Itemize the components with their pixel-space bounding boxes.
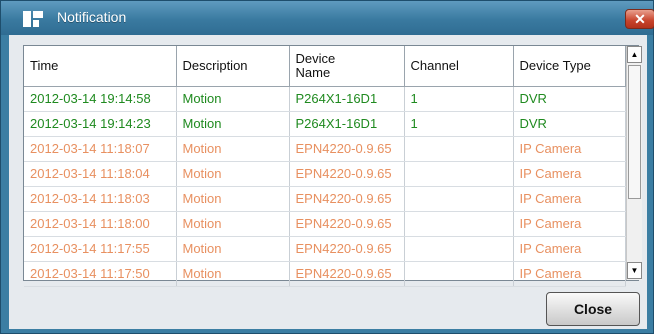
device-name-cell: EPN4220-0.9.65 [289,136,405,162]
time-cell: 2012-03-14 11:18:00 [24,211,177,237]
table-row[interactable]: 2012-03-14 11:18:07 Motion EPN4220-0.9.65 I… [24,136,626,162]
table-row[interactable]: 2012-03-14 11:18:03 Motion EPN4220-0.9.65 I… [24,186,626,212]
column-header[interactable]: Description [176,46,290,87]
time-cell: 2012-03-14 19:14:23 [24,111,177,137]
channel-cell [404,186,514,212]
notification-list: Time Description Device Name Channel Device … [23,45,642,287]
vertical-scrollbar[interactable]: ▲ ▼ [626,46,642,280]
time-cell: 2012-03-14 19:14:58 [24,86,177,112]
device-type-cell: IP Camera [513,136,626,162]
scroll-up-arrow-icon[interactable]: ▲ [627,46,642,63]
description-cell: Motion [176,136,290,162]
device-type-cell: IP Camera [513,186,626,212]
column-header[interactable]: Device Type [513,46,626,87]
channel-cell [404,161,514,187]
notification-table: Time Description Device Name Channel Device … [24,46,626,287]
device-type-cell: DVR [513,111,626,137]
window-close-icon[interactable]: ✕ [625,9,654,29]
description-cell: Motion [176,211,290,237]
table-row[interactable]: 2012-03-14 19:14:23 Motion P264X1-16D1 1 DVR [24,111,626,137]
channel-cell [404,136,514,162]
description-cell: Motion [176,261,290,287]
channel-cell [404,261,514,287]
channel-cell: 1 [404,86,514,112]
notification-dialog: Notification ✕ Time Description Device Nam… [0,0,654,334]
device-type-cell: IP Camera [513,161,626,187]
table-row[interactable]: 2012-03-14 11:17:55 Motion EPN4220-0.9.65 I… [24,236,626,262]
device-name-cell: EPN4220-0.9.65 [289,261,405,287]
device-type-cell: DVR [513,86,626,112]
time-cell: 2012-03-14 11:17:55 [24,236,177,262]
channel-cell: 1 [404,111,514,137]
description-cell: Motion [176,161,290,187]
table-row[interactable]: 2012-03-14 11:18:04 Motion EPN4220-0.9.65 I… [24,161,626,187]
time-cell: 2012-03-14 11:18:07 [24,136,177,162]
device-name-cell: EPN4220-0.9.65 [289,211,405,237]
table-body: 2012-03-14 19:14:58 Motion P264X1-16D1 1 DVR… [24,86,626,287]
channel-cell [404,236,514,262]
time-cell: 2012-03-14 11:17:50 [24,261,177,287]
scroll-down-arrow-icon[interactable]: ▼ [627,262,642,279]
device-name-cell: P264X1-16D1 [289,111,405,137]
description-cell: Motion [176,111,290,137]
time-cell: 2012-03-14 11:18:04 [24,161,177,187]
close-button[interactable]: Close [546,292,640,326]
device-name-cell: EPN4220-0.9.65 [289,161,405,187]
app-logo-icon [23,11,43,27]
time-cell: 2012-03-14 11:18:03 [24,186,177,212]
column-header[interactable]: Channel [404,46,514,87]
dialog-body: Time Description Device Name Channel Device … [9,35,647,329]
channel-cell [404,211,514,237]
description-cell: Motion [176,186,290,212]
table-row[interactable]: 2012-03-14 19:14:58 Motion P264X1-16D1 1 DVR [24,86,626,112]
device-type-cell: IP Camera [513,236,626,262]
device-type-cell: IP Camera [513,261,626,287]
device-name-cell: EPN4220-0.9.65 [289,186,405,212]
window-title: Notification [57,9,127,25]
table-header-row: Time Description Device Name Channel Device … [24,46,626,87]
device-type-cell: IP Camera [513,211,626,237]
table-row[interactable]: 2012-03-14 11:18:00 Motion EPN4220-0.9.65 I… [24,211,626,237]
scrollbar-thumb[interactable] [628,65,641,199]
description-cell: Motion [176,86,290,112]
column-header[interactable]: Time [24,46,177,87]
device-name-cell: EPN4220-0.9.65 [289,236,405,262]
description-cell: Motion [176,236,290,262]
device-name-cell: P264X1-16D1 [289,86,405,112]
table-row[interactable]: 2012-03-14 11:17:50 Motion EPN4220-0.9.65 I… [24,261,626,287]
column-header[interactable]: Device Name [289,46,405,87]
title-bar[interactable]: Notification ✕ [1,1,654,35]
